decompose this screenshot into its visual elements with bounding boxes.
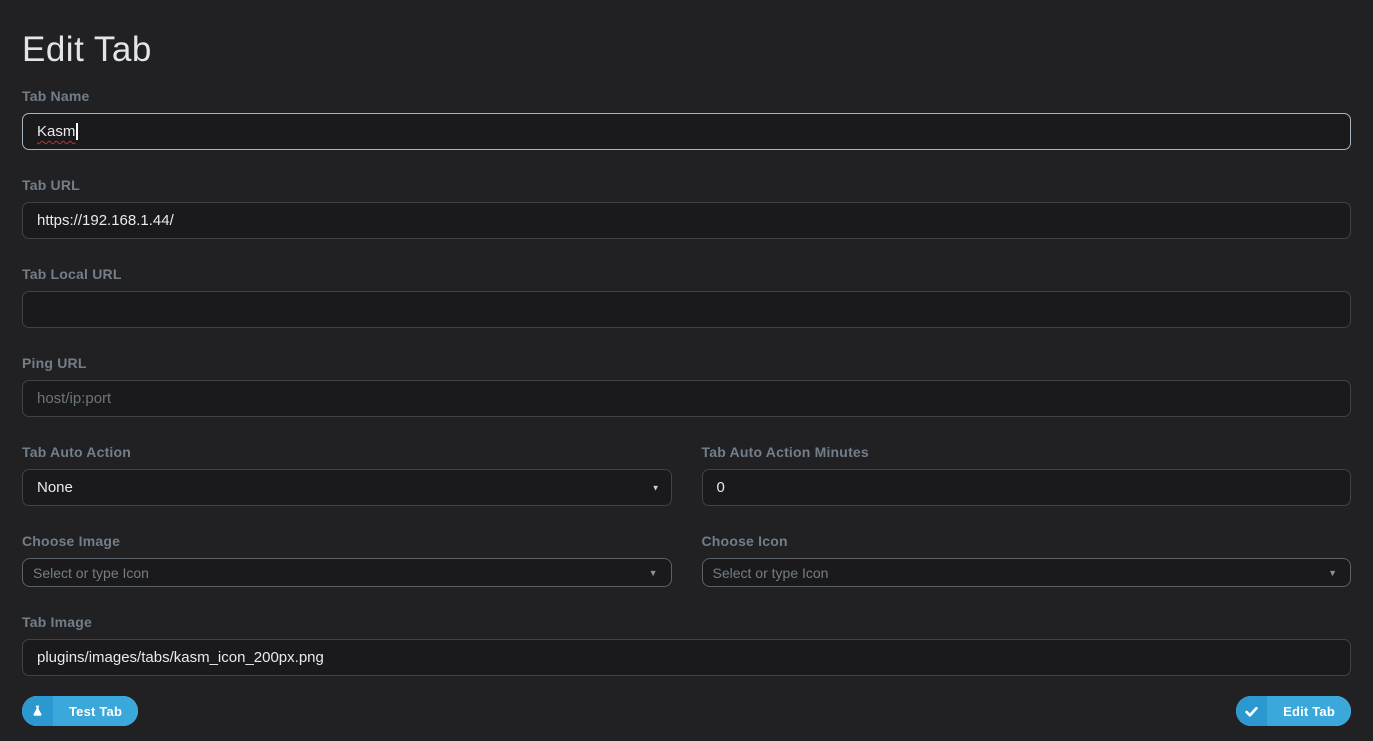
chevron-down-icon: ▼ (1328, 568, 1337, 578)
tab-name-group: Tab Name Kasm (22, 88, 1351, 150)
choose-image-label: Choose Image (22, 533, 672, 549)
ping-url-label: Ping URL (22, 355, 1351, 371)
tab-auto-action-minutes-label: Tab Auto Action Minutes (702, 444, 1352, 460)
ping-url-group: Ping URL (22, 355, 1351, 417)
tab-url-label: Tab URL (22, 177, 1351, 193)
chevron-down-icon: ▼ (652, 483, 660, 492)
check-icon (1236, 696, 1267, 726)
chevron-down-icon: ▼ (649, 568, 658, 578)
tab-image-group: Tab Image (22, 614, 1351, 676)
tab-auto-action-minutes-input[interactable] (702, 469, 1352, 506)
choose-row: Choose Image Select or type Icon ▼ Choos… (22, 533, 1351, 587)
edit-tab-form: Edit Tab Tab Name Kasm Tab URL Tab Local… (0, 0, 1373, 741)
ping-url-input[interactable] (22, 380, 1351, 417)
page-title: Edit Tab (22, 32, 1351, 67)
auto-action-row: Tab Auto Action None ▼ Tab Auto Action M… (22, 444, 1351, 506)
choose-icon-combobox[interactable]: Select or type Icon ▼ (702, 558, 1352, 587)
tab-image-label: Tab Image (22, 614, 1351, 630)
test-tab-button[interactable]: Test Tab (22, 696, 138, 726)
tab-name-label: Tab Name (22, 88, 1351, 104)
choose-image-placeholder: Select or type Icon (33, 565, 149, 581)
tab-local-url-label: Tab Local URL (22, 266, 1351, 282)
choose-icon-placeholder: Select or type Icon (713, 565, 829, 581)
tab-auto-action-label: Tab Auto Action (22, 444, 672, 460)
test-tab-label: Test Tab (53, 696, 138, 726)
tab-auto-action-value: None (37, 479, 73, 496)
choose-image-group: Choose Image Select or type Icon ▼ (22, 533, 672, 587)
choose-icon-group: Choose Icon Select or type Icon ▼ (702, 533, 1352, 587)
tab-name-input[interactable]: Kasm (22, 113, 1351, 150)
edit-tab-label: Edit Tab (1267, 696, 1351, 726)
tab-local-url-input[interactable] (22, 291, 1351, 328)
tab-name-value: Kasm (37, 123, 75, 140)
choose-icon-label: Choose Icon (702, 533, 1352, 549)
text-caret (76, 123, 78, 140)
flask-icon (22, 696, 53, 726)
tab-url-group: Tab URL (22, 177, 1351, 239)
tab-url-input[interactable] (22, 202, 1351, 239)
tab-local-url-group: Tab Local URL (22, 266, 1351, 328)
tab-auto-action-group: Tab Auto Action None ▼ (22, 444, 672, 506)
edit-tab-button[interactable]: Edit Tab (1236, 696, 1351, 726)
tab-image-input[interactable] (22, 639, 1351, 676)
choose-image-combobox[interactable]: Select or type Icon ▼ (22, 558, 672, 587)
button-bar: Test Tab Edit Tab (22, 696, 1351, 726)
tab-auto-action-select[interactable]: None ▼ (22, 469, 672, 506)
tab-auto-action-minutes-group: Tab Auto Action Minutes (702, 444, 1352, 506)
